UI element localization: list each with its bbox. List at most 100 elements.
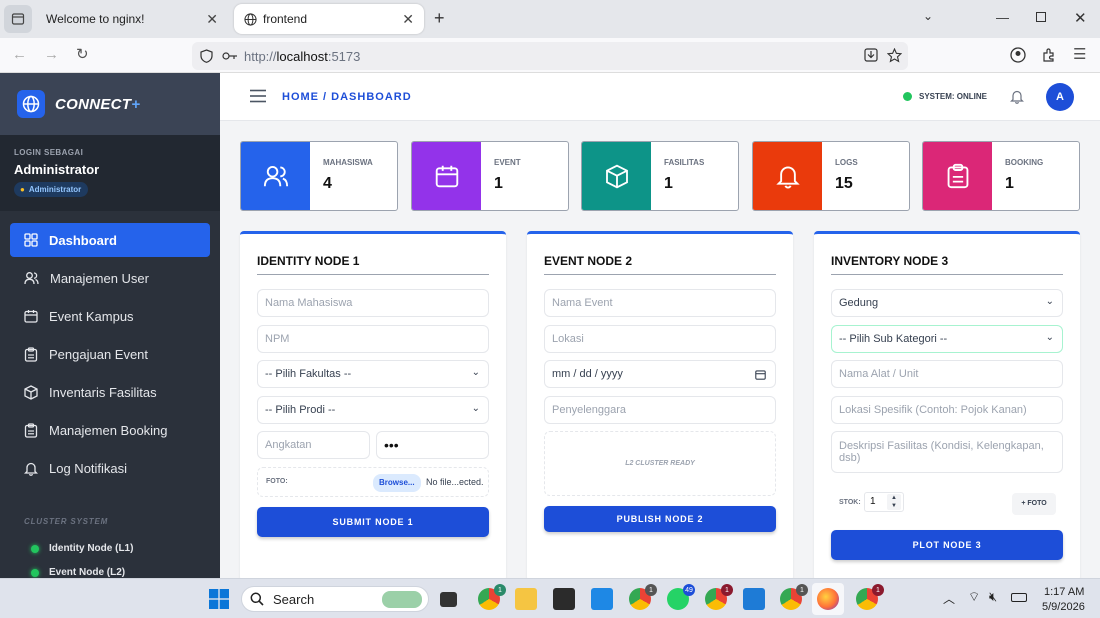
taskview-icon[interactable]	[440, 592, 457, 607]
sidebar-item-log-notifikasi[interactable]: Log Notifikasi	[10, 451, 210, 485]
hamburger-icon[interactable]	[250, 89, 266, 103]
search-icon	[250, 592, 264, 606]
chrome-icon[interactable]: 1	[856, 584, 884, 610]
stok-label: STOK:	[839, 499, 861, 506]
fakultas-select[interactable]: -- Pilih Fakultas -- ⌄	[257, 360, 489, 388]
whatsapp-icon[interactable]: 49	[667, 584, 695, 610]
calendar-icon	[412, 142, 481, 210]
sidebar-item-event-kampus[interactable]: Event Kampus	[10, 299, 210, 333]
tab-nginx[interactable]: Welcome to nginx! ✕	[36, 4, 228, 34]
restore-button[interactable]	[1036, 12, 1046, 22]
new-tab-button[interactable]: +	[434, 8, 445, 29]
lokasi-spesifik-input[interactable]: Lokasi Spesifik (Contoh: Pojok Kanan)	[831, 396, 1063, 424]
brand-text: CONNECT	[55, 95, 132, 113]
lokasi-input[interactable]: Lokasi	[544, 325, 776, 353]
login-label: LOGIN SEBAGAI	[14, 148, 84, 157]
cluster-ready-area: L2 CLUSTER READY	[544, 431, 776, 496]
chevron-down-icon[interactable]: ⌄	[923, 9, 933, 23]
clipboard-icon	[24, 346, 38, 362]
nama-event-input[interactable]: Nama Event	[544, 289, 776, 317]
forward-arrow-icon[interactable]: →	[44, 46, 59, 63]
date-value: mm / dd / yyyy	[552, 368, 623, 380]
date-input[interactable]: mm / dd / yyyy	[544, 360, 776, 388]
reload-icon[interactable]: ↻	[76, 45, 89, 63]
terminal-icon[interactable]	[553, 588, 575, 610]
sidebar-item-label: Log Notifikasi	[49, 460, 128, 476]
user-icon: ●	[20, 185, 25, 194]
volume-muted-icon[interactable]: 🔇︎	[989, 589, 997, 605]
close-icon[interactable]: ✕	[206, 11, 218, 28]
brand-name: CONNECT+	[55, 96, 140, 113]
minimize-button[interactable]: —	[996, 10, 1009, 25]
identity-node-panel: IDENTITY NODE 1 Nama Mahasiswa NPM -- Pi…	[240, 231, 506, 581]
battery-icon[interactable]	[1011, 593, 1027, 602]
taskbar-search[interactable]: Search	[241, 586, 429, 612]
wifi-icon[interactable]: ⌔	[968, 589, 980, 605]
tab-frontend[interactable]: frontend ✕	[234, 4, 424, 34]
inventory-node-panel: INVENTORY NODE 3 Gedung ⌄ -- Pilih Sub Ka…	[814, 231, 1080, 581]
nama-mahasiswa-input[interactable]: Nama Mahasiswa	[257, 289, 489, 317]
vscode-icon[interactable]	[743, 588, 765, 610]
sidebar-item-label: Inventaris Fasilitas	[49, 384, 157, 400]
stat-label: BOOKING	[1005, 158, 1044, 167]
folder-icon[interactable]	[515, 588, 537, 610]
chevron-up-icon[interactable]: ︿	[943, 590, 955, 607]
penyelenggara-input[interactable]: Penyelenggara	[544, 396, 776, 424]
stok-stepper[interactable]: 1 ▲ ▼	[864, 492, 904, 512]
app-icon[interactable]	[591, 588, 613, 610]
url-bar[interactable]: http://localhost:5173	[192, 42, 908, 70]
placeholder: Penyelenggara	[552, 404, 627, 416]
account-icon[interactable]	[1010, 47, 1026, 63]
publish-node-2-button[interactable]: PUBLISH NODE 2	[544, 506, 776, 532]
chrome-icon[interactable]: 1	[629, 584, 657, 610]
sidebar-item-label: Event Kampus	[49, 308, 134, 324]
sidebar-item-manajemen-user[interactable]: Manajemen User	[10, 261, 210, 295]
star-icon[interactable]	[887, 48, 902, 63]
plot-node-3-button[interactable]: PLOT NODE 3	[831, 530, 1063, 560]
bell-icon[interactable]	[1010, 89, 1024, 104]
chrome-icon[interactable]: 1	[780, 584, 808, 610]
angkatan-input[interactable]: Angkatan	[257, 431, 370, 459]
chrome-icon[interactable]: 1	[478, 584, 506, 610]
kategori-select[interactable]: Gedung ⌄	[831, 289, 1063, 317]
windows-start-icon[interactable]	[209, 589, 229, 609]
stat-value: 1	[664, 175, 673, 192]
placeholder: Lokasi	[552, 333, 584, 345]
sidebar-item-manajemen-booking[interactable]: Manajemen Booking	[10, 413, 210, 447]
clock-time[interactable]: 1:17 AM	[1044, 586, 1084, 598]
firefox-icon[interactable]	[817, 588, 839, 610]
status-dot-icon	[31, 568, 39, 577]
browse-button[interactable]: Browse...	[373, 474, 421, 492]
users-icon	[241, 142, 310, 210]
avatar[interactable]: A	[1046, 83, 1074, 111]
placeholder: Nama Alat / Unit	[839, 368, 919, 380]
extensions-icon[interactable]	[1041, 47, 1057, 63]
sidebar-item-pengajuan-event[interactable]: Pengajuan Event	[10, 337, 210, 371]
cluster-title: CLUSTER SYSTEM	[24, 517, 109, 526]
chrome-icon[interactable]: 1	[705, 584, 733, 610]
back-arrow-icon[interactable]: ←	[12, 46, 27, 63]
prodi-select[interactable]: -- Pilih Prodi -- ⌄	[257, 396, 489, 424]
sidebar-item-inventaris-fasilitas[interactable]: Inventaris Fasilitas	[10, 375, 210, 409]
calendar-icon[interactable]	[755, 369, 766, 380]
tab-list-icon[interactable]	[4, 5, 32, 33]
close-window-button[interactable]: ✕	[1074, 9, 1087, 27]
url-port: :5173	[327, 48, 361, 64]
sidebar-item-dashboard[interactable]: Dashboard	[10, 223, 210, 257]
placeholder: Lokasi Spesifik (Contoh: Pojok Kanan)	[839, 404, 1027, 416]
clipboard-icon	[24, 422, 38, 438]
brand[interactable]: CONNECT+	[0, 73, 220, 135]
sub-kategori-select[interactable]: -- Pilih Sub Kategori -- ⌄	[831, 325, 1063, 353]
chevron-down-icon: ⌄	[471, 403, 480, 414]
add-foto-button[interactable]: + FOTO	[1012, 493, 1056, 515]
nama-alat-input[interactable]: Nama Alat / Unit	[831, 360, 1063, 388]
npm-input[interactable]: NPM	[257, 325, 489, 353]
menu-icon[interactable]: ☰	[1073, 45, 1086, 63]
stepper-arrows-icon[interactable]: ▲ ▼	[887, 494, 901, 510]
download-icon[interactable]	[864, 48, 878, 62]
close-icon[interactable]: ✕	[402, 11, 414, 28]
deskripsi-textarea[interactable]: Deskripsi Fasilitas (Kondisi, Kelengkapa…	[831, 431, 1063, 473]
clock-date[interactable]: 5/9/2026	[1042, 601, 1085, 613]
submit-node-1-button[interactable]: SUBMIT NODE 1	[257, 507, 489, 537]
password-input[interactable]: •••	[376, 431, 489, 459]
